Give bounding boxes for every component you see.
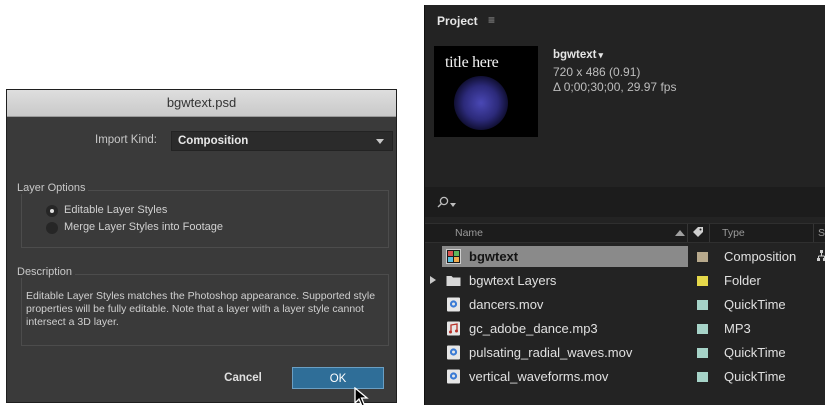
label-color-swatch[interactable] — [697, 252, 708, 262]
column-divider[interactable] — [709, 224, 710, 242]
item-type: QuickTime — [724, 345, 786, 360]
label-color-swatch[interactable] — [697, 372, 708, 382]
quicktime-icon — [447, 345, 460, 360]
item-type: Composition — [724, 249, 797, 264]
list-item[interactable]: vertical_waveforms.mov QuickTime — [425, 365, 825, 389]
item-name: pulsating_radial_waves.mov — [469, 345, 633, 360]
radio-selected-icon[interactable] — [46, 205, 58, 217]
thumbnail-glow — [454, 76, 508, 130]
search-icon[interactable] — [437, 196, 449, 208]
quicktime-icon — [447, 369, 460, 384]
layer-options-group: Layer Options Editable Layer Styles Merg… — [14, 182, 389, 248]
item-name: bgwtext Layers — [469, 273, 557, 288]
project-panel: Project ≡ title here bgwtext ▾ 720 x 486 … — [424, 5, 825, 405]
audio-file-icon — [447, 321, 460, 336]
search-dropdown-icon[interactable] — [450, 203, 456, 207]
chevron-down-icon — [376, 139, 384, 144]
comp-name-text: bgwtext — [553, 49, 597, 61]
import-dialog: bgwtext.psd Import Kind: Composition Lay… — [6, 89, 397, 407]
quicktime-icon — [447, 297, 460, 312]
item-name: vertical_waveforms.mov — [469, 369, 609, 384]
composition-icon — [446, 249, 461, 264]
dialog-title: bgwtext.psd — [7, 90, 396, 117]
column-divider[interactable] — [813, 224, 814, 242]
cancel-button[interactable]: Cancel — [195, 367, 291, 389]
label-color-swatch[interactable] — [697, 300, 708, 310]
list-item[interactable]: bgwtext Layers Folder — [425, 269, 825, 293]
folder-icon — [446, 276, 461, 286]
import-kind-label: Import Kind: — [95, 134, 157, 146]
caret-down-icon: ▾ — [598, 50, 603, 60]
list-item[interactable]: bgwtext Composition — [425, 245, 825, 269]
comp-info-size: 720 x 486 (0.91) — [553, 65, 641, 79]
label-tag-icon[interactable] — [692, 226, 704, 238]
list-item[interactable]: dancers.mov QuickTime — [425, 293, 825, 317]
column-type[interactable]: Type — [722, 227, 745, 239]
list-item[interactable]: gc_adobe_dance.mp3 MP3 — [425, 317, 825, 341]
project-search-bar[interactable] — [425, 187, 825, 217]
thumbnail-text: title here — [445, 54, 499, 71]
label-color-swatch[interactable] — [697, 276, 708, 286]
expand-arrow-icon[interactable] — [430, 276, 436, 284]
layer-options-title: Layer Options — [14, 182, 89, 194]
description-title: Description — [14, 266, 76, 278]
panel-title[interactable]: Project — [437, 14, 478, 28]
column-headers: Name Type S — [425, 223, 825, 243]
item-name: gc_adobe_dance.mp3 — [469, 321, 598, 336]
column-name[interactable]: Name — [455, 227, 483, 239]
list-item[interactable]: pulsating_radial_waves.mov QuickTime — [425, 341, 825, 365]
panel-menu-icon[interactable]: ≡ — [488, 13, 495, 27]
import-kind-value: Composition — [178, 135, 249, 147]
item-type: QuickTime — [724, 297, 786, 312]
column-size[interactable]: S — [818, 227, 825, 239]
panel-header: Project ≡ — [425, 5, 825, 35]
project-item-list: bgwtext Composition bgwtext Layers Folde… — [425, 245, 825, 389]
ok-button[interactable]: OK — [292, 367, 384, 389]
radio-label: Editable Layer Styles — [64, 204, 168, 216]
item-name: bgwtext — [469, 249, 519, 264]
item-name: dancers.mov — [469, 297, 544, 312]
comp-info-name[interactable]: bgwtext ▾ — [553, 49, 603, 61]
composition-thumbnail: title here — [434, 46, 538, 137]
sort-ascending-icon[interactable] — [675, 230, 685, 236]
label-color-swatch[interactable] — [697, 348, 708, 358]
radio-unselected-icon[interactable] — [46, 222, 58, 234]
description-text: Editable Layer Styles matches the Photos… — [26, 290, 376, 328]
flowchart-icon[interactable] — [817, 250, 825, 262]
label-color-swatch[interactable] — [697, 324, 708, 334]
radio-label: Merge Layer Styles into Footage — [64, 221, 223, 233]
item-type: Folder — [724, 273, 761, 288]
import-kind-row: Import Kind: Composition — [7, 131, 396, 151]
item-type: QuickTime — [724, 369, 786, 384]
mouse-pointer-icon — [354, 387, 369, 407]
description-group: Description Editable Layer Styles matche… — [14, 266, 389, 346]
import-kind-select[interactable]: Composition — [171, 131, 393, 151]
item-type: MP3 — [724, 321, 751, 336]
comp-info-duration: Δ 0;00;30;00, 29.97 fps — [553, 80, 677, 94]
column-divider[interactable] — [687, 224, 688, 242]
